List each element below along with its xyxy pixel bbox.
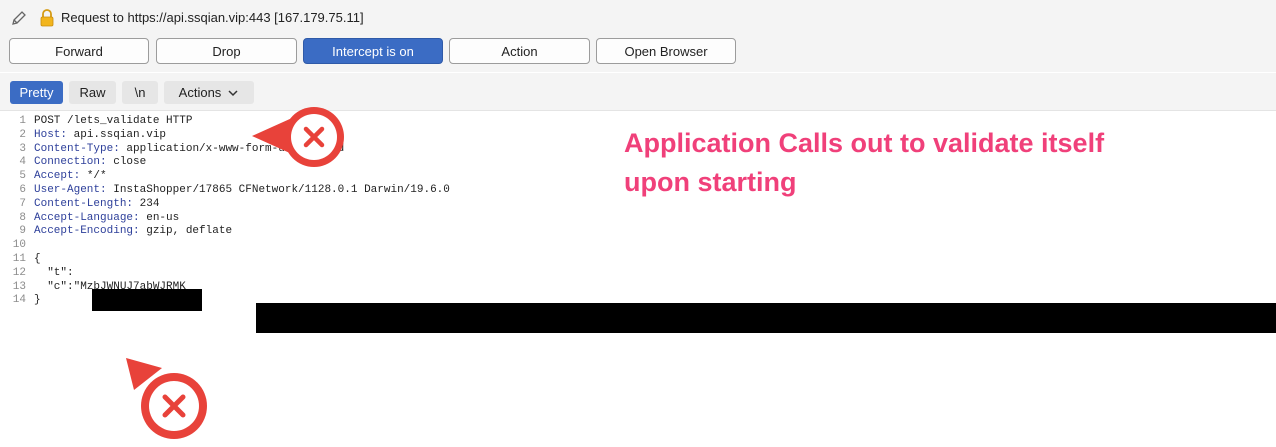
redaction-box-c	[256, 303, 1276, 333]
line-number: 11	[12, 252, 26, 265]
header-value: api.ssqian.vip	[67, 128, 167, 141]
header-name: Accept-Encoding:	[34, 225, 140, 238]
message-title-bar: Request to https://api.ssqian.vip:443 [1…	[0, 0, 1276, 37]
line-number: 4	[19, 156, 26, 169]
request-line: 3 Content-Type: application/x-www-form-ur…	[4, 143, 450, 157]
x-circle-icon	[252, 107, 344, 167]
tab-pretty[interactable]: Pretty	[10, 81, 63, 104]
request-line: 12 "t":	[4, 267, 450, 281]
request-line: 5 Accept: */*	[4, 170, 450, 184]
action-button[interactable]: Action	[449, 38, 590, 64]
chevron-down-icon	[228, 89, 238, 96]
body-text: POST /lets_validate HTTP	[34, 115, 193, 127]
header-name: Content-Length:	[34, 197, 134, 210]
actions-label: Actions	[178, 85, 222, 100]
line-number: 2	[19, 128, 26, 141]
header-value: InstaShopper/17865 CFNetwork/1128.0.1 Da…	[106, 183, 450, 196]
request-line: 13 "c":"MzbJWNUJ7abWJRMK	[4, 281, 450, 295]
forward-button[interactable]: Forward	[9, 38, 149, 64]
request-line: 7 Content-Length: 234	[4, 198, 450, 212]
header-name: Content-Type:	[34, 142, 120, 155]
request-line: 6 User-Agent: InstaShopper/17865 CFNetwor…	[4, 184, 450, 198]
header-value: gzip, deflate	[139, 225, 233, 238]
intercept-toggle-button[interactable]: Intercept is on	[303, 38, 443, 64]
x-circle-icon	[126, 358, 207, 439]
line-number: 7	[19, 197, 26, 210]
body-text: }	[34, 294, 41, 307]
line-number: 9	[19, 225, 26, 238]
line-number: 6	[19, 183, 26, 196]
annotation-text: Application Calls out to validate itself…	[624, 124, 1244, 202]
header-name: Accept:	[34, 170, 81, 183]
lock-icon	[40, 9, 54, 27]
open-browser-button[interactable]: Open Browser	[596, 38, 736, 64]
request-line: 9 Accept-Encoding: gzip, deflate	[4, 225, 450, 239]
tab-raw[interactable]: Raw	[69, 81, 116, 104]
body-text: "t":	[34, 266, 74, 279]
header-value: close	[106, 156, 147, 169]
line-number: 5	[19, 170, 26, 183]
line-number: 3	[19, 142, 26, 155]
line-number: 12	[12, 266, 26, 279]
request-line: 4 Connection: close	[4, 156, 450, 170]
request-line: 8 Accept-Language: en-us	[4, 212, 450, 226]
header-value: 234	[133, 197, 160, 210]
line-number: 1	[19, 115, 26, 127]
request-target-label: Request to https://api.ssqian.vip:443 [1…	[61, 10, 364, 25]
pencil-icon[interactable]	[11, 10, 27, 26]
actions-dropdown[interactable]: Actions	[164, 81, 254, 104]
annotation-line-2: upon starting	[624, 167, 797, 197]
header-name: Host:	[34, 128, 68, 141]
header-value: en-us	[139, 211, 180, 224]
tab-newline-toggle[interactable]: \n	[122, 81, 158, 104]
view-tabs-bar: Pretty Raw \n Actions	[0, 73, 1276, 111]
request-line: 1 POST /lets_validate HTTP	[4, 115, 450, 129]
header-value: */*	[80, 170, 107, 183]
line-number: 14	[12, 294, 26, 307]
line-number: 10	[12, 239, 26, 252]
request-line: 2 Host: api.ssqian.vip	[4, 129, 450, 143]
annotation-line-1: Application Calls out to validate itself	[624, 128, 1105, 158]
body-text: {	[34, 252, 41, 265]
redaction-box-t	[92, 289, 202, 311]
intercept-toolbar: Forward Drop Intercept is on Action Open…	[0, 36, 1276, 72]
header-name: User-Agent:	[34, 183, 107, 196]
line-number: 8	[19, 211, 26, 224]
request-line: 10	[4, 239, 450, 253]
request-line: 11 {	[4, 253, 450, 267]
drop-button[interactable]: Drop	[156, 38, 297, 64]
request-lines: 1 POST /lets_validate HTTP 2 Host: api.ssqi…	[4, 115, 450, 308]
line-number: 13	[12, 280, 26, 293]
header-name: Connection:	[34, 156, 107, 169]
header-name: Accept-Language:	[34, 211, 140, 224]
